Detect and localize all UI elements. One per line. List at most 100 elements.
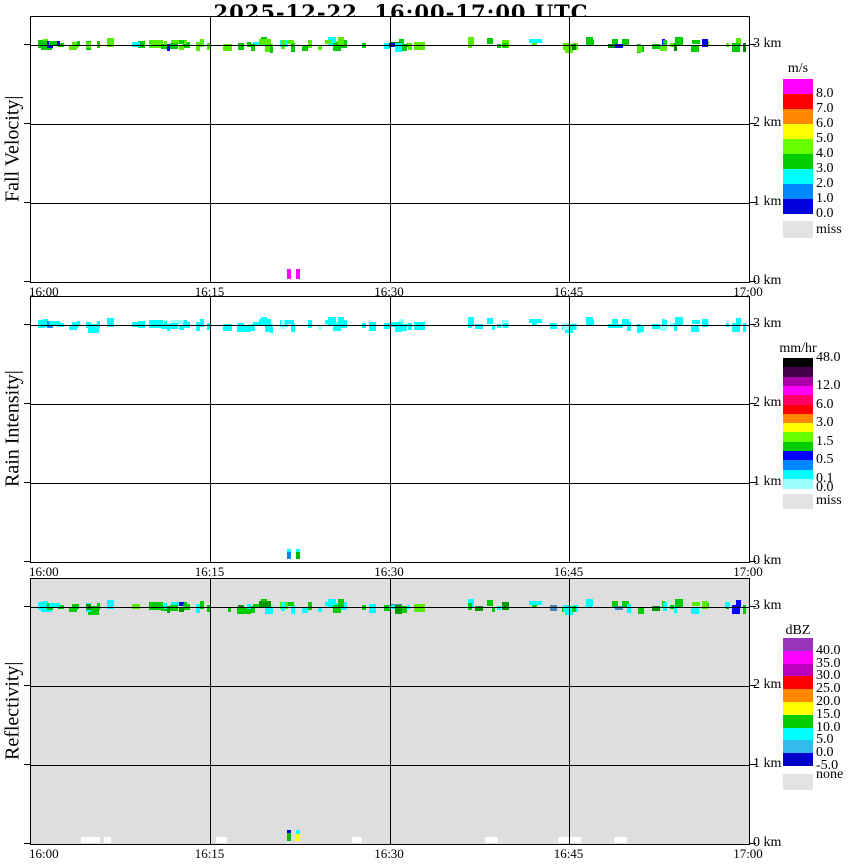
- legend-label: 5.0: [816, 131, 834, 147]
- grid-line-horizontal: [31, 325, 749, 326]
- echo-band-tick: [492, 608, 495, 612]
- km-label: 2 km: [753, 395, 781, 411]
- floor-cell: [81, 837, 100, 843]
- echo-band-tick: [638, 607, 644, 614]
- legend-swatch: [783, 651, 813, 664]
- legend-label: 12.0: [816, 378, 841, 394]
- legend-label: 48.0: [816, 350, 841, 366]
- echo-band-tick: [184, 320, 187, 324]
- echo-band-tick: [637, 325, 642, 332]
- radar-time-height-figure: 2025-12-22 16:00-17:00 UTC 3 km2 km1 km0…: [0, 0, 850, 868]
- legend-label: 1.0: [816, 191, 834, 207]
- y-axis-tick-left: [24, 561, 30, 562]
- x-tick-label: 16:45: [554, 846, 584, 862]
- legend-swatch: [783, 79, 813, 94]
- legend-swatch: [783, 689, 813, 702]
- echo-band-tick: [107, 38, 114, 47]
- surface-cell: [296, 552, 300, 559]
- km-label: 1 km: [753, 194, 781, 210]
- echo-band-tick: [660, 46, 667, 51]
- legend-swatch: [783, 414, 813, 424]
- legend-miss-label: miss: [816, 222, 842, 238]
- legend-label: 6.0: [816, 116, 834, 132]
- plot-area-reflectivity: [30, 578, 750, 845]
- km-label: 2 km: [753, 115, 781, 131]
- echo-band-tick: [308, 320, 312, 328]
- echo-band-tick: [487, 318, 493, 324]
- legend-swatch: [783, 442, 813, 452]
- echo-band-tick: [325, 40, 331, 44]
- grid-line-horizontal: [31, 483, 749, 484]
- km-label: 2 km: [753, 677, 781, 693]
- grid-line-vertical: [569, 17, 570, 282]
- echo-band-tick: [660, 326, 667, 331]
- grid-line-vertical: [390, 17, 391, 282]
- grid-line-vertical: [210, 17, 211, 282]
- grid-line-vertical: [569, 297, 570, 562]
- legend-swatch: [783, 470, 813, 480]
- y-axis-label-reflectivity: Reflectivity|: [1, 578, 25, 843]
- plot-area-fall-velocity: [30, 16, 750, 283]
- legend-swatch: [783, 184, 813, 199]
- grid-line-vertical: [210, 579, 211, 844]
- echo-band-tick: [408, 43, 412, 50]
- echo-band-tick: [691, 607, 699, 614]
- surface-cell: [287, 833, 291, 841]
- echo-band-tick: [237, 326, 251, 332]
- legend-swatch: [783, 199, 813, 214]
- grid-line-horizontal: [31, 203, 749, 204]
- echo-band-tick: [369, 604, 376, 613]
- surface-cell: [287, 552, 291, 559]
- plot-area-rain-intensity: [30, 296, 750, 563]
- x-tick-label: 16:00: [29, 846, 59, 862]
- grid-line-vertical: [390, 579, 391, 844]
- km-label: 3 km: [753, 316, 781, 332]
- echo-band-tick: [692, 602, 700, 606]
- legend-label: 2.0: [816, 176, 834, 192]
- legend-label: 8.0: [816, 86, 834, 102]
- echo-band-tick: [184, 602, 187, 606]
- echo-band-tick: [408, 323, 412, 330]
- x-tick-label: 17:00: [733, 846, 763, 862]
- legend-swatch: [783, 367, 813, 377]
- echo-band-tick: [487, 600, 493, 606]
- echo-band-tick: [529, 601, 542, 605]
- surface-cell: [296, 269, 300, 279]
- echo-band-tick: [691, 325, 699, 332]
- legend-label: 4.0: [816, 146, 834, 162]
- y-axis-label-rain-intensity: Rain Intensity|: [1, 296, 25, 561]
- legend-swatch: [783, 154, 813, 169]
- legend-miss-swatch: [783, 221, 813, 238]
- surface-cell: [296, 834, 300, 841]
- legend-label: 3.0: [816, 161, 834, 177]
- legend-swatch: [783, 638, 813, 651]
- legend-swatch: [783, 432, 813, 442]
- legend-miss-swatch: [783, 774, 813, 790]
- grid-line-horizontal: [31, 607, 749, 608]
- echo-band-tick: [107, 318, 114, 327]
- echo-band-tick: [492, 326, 495, 330]
- km-label: 3 km: [753, 598, 781, 614]
- legend-label: 3.0: [816, 415, 834, 431]
- legend-swatch: [783, 702, 813, 715]
- km-label: 3 km: [753, 36, 781, 52]
- echo-band-tick: [529, 319, 542, 323]
- legend-swatch: [783, 753, 813, 766]
- echo-band-tick: [318, 45, 322, 50]
- legend-swatch: [783, 451, 813, 461]
- legend-swatch: [783, 405, 813, 415]
- legend-swatch: [783, 460, 813, 470]
- x-tick-label: 16:15: [195, 846, 225, 862]
- grid-line-vertical: [210, 297, 211, 562]
- echo-band-tick: [637, 45, 642, 52]
- legend-swatch: [783, 728, 813, 741]
- echo-band-tick: [529, 39, 542, 43]
- echo-band-tick: [692, 320, 700, 324]
- floor-cell: [216, 837, 227, 843]
- echo-band-tick: [369, 322, 376, 331]
- legend-swatch: [783, 395, 813, 405]
- grid-line-vertical: [390, 297, 391, 562]
- legend-swatch: [783, 358, 813, 368]
- echo-band-tick: [550, 605, 557, 611]
- legend-miss-label: none: [816, 767, 843, 783]
